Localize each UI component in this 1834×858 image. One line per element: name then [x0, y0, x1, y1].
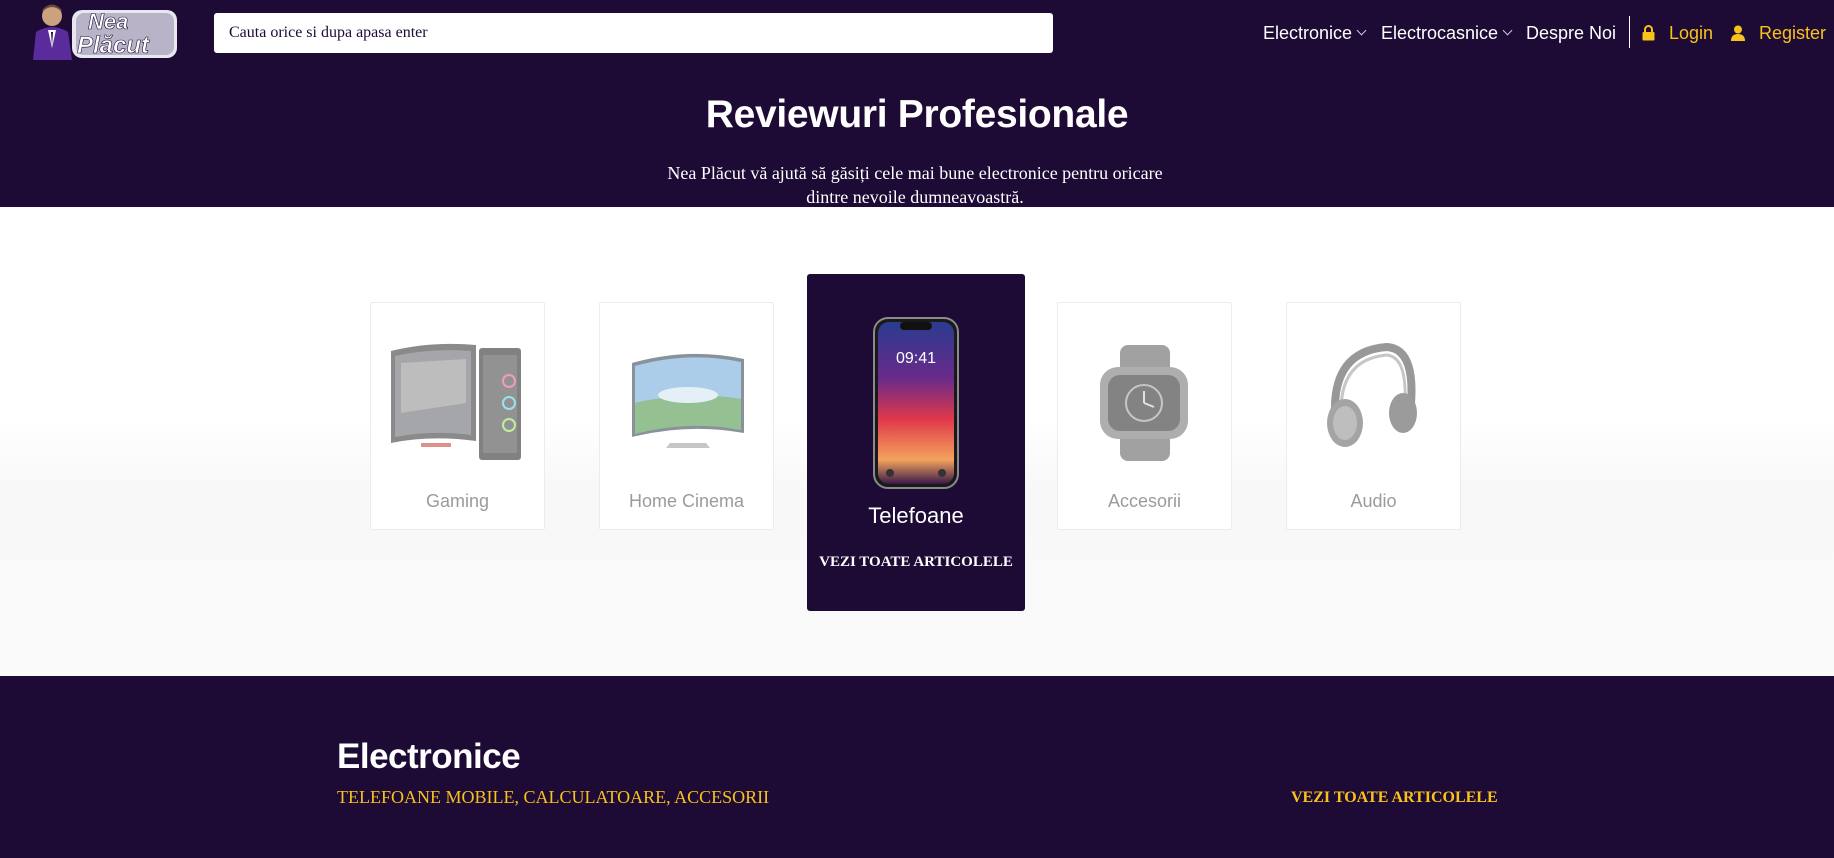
- nav-electronice-label: Electronice: [1263, 22, 1353, 43]
- category-carousel: Gaming Home Cinema 09:41 Telefoane VEZI …: [0, 207, 1834, 676]
- category-label: Telefoane: [868, 503, 964, 528]
- category-card-telefoane[interactable]: 09:41 Telefoane VEZI TOATE ARTICOLELE: [807, 274, 1025, 611]
- nav-divider: [1629, 16, 1630, 48]
- nav-electrocasnice[interactable]: Electrocasnice: [1381, 21, 1513, 45]
- hero-subtitle: Nea Plăcut vă ajută să găsiți cele mai b…: [667, 163, 1163, 207]
- category-label: Accesorii: [1107, 491, 1182, 511]
- register-label: Register: [1759, 22, 1827, 43]
- smartwatch-icon: [1100, 345, 1188, 461]
- login-link[interactable]: Login: [1642, 21, 1713, 45]
- tv-icon: [632, 353, 744, 448]
- category-card-audio[interactable]: Audio: [1286, 302, 1461, 530]
- search-input[interactable]: [214, 13, 1053, 53]
- nav-despre-noi[interactable]: Despre Noi: [1526, 21, 1616, 45]
- logo-mascot-icon: Nea Plăcut: [33, 4, 177, 60]
- section-title: Electronice: [337, 737, 521, 776]
- category-label: Audio: [1350, 491, 1397, 511]
- category-card-accesorii[interactable]: Accesorii: [1057, 302, 1232, 530]
- svg-text:09:41: 09:41: [896, 350, 936, 367]
- page-title: Reviewuri Profesionale: [705, 93, 1129, 136]
- chevron-down-icon: [1356, 25, 1367, 36]
- category-label: Home Cinema: [628, 491, 745, 511]
- section-subtitle: TELEFOANE MOBILE, CALCULATOARE, ACCESORI…: [337, 787, 770, 807]
- nav-electrocasnice-label: Electrocasnice: [1381, 22, 1499, 43]
- nav-despre-noi-label: Despre Noi: [1526, 22, 1617, 43]
- site-logo[interactable]: Nea Plăcut: [28, 0, 180, 62]
- register-link[interactable]: Register: [1731, 21, 1826, 45]
- chevron-down-icon: [1502, 25, 1513, 36]
- user-icon: [1731, 25, 1745, 41]
- smartphone-icon: 09:41: [873, 317, 959, 489]
- svg-text:Plăcut: Plăcut: [77, 32, 150, 59]
- section-view-all-link[interactable]: VEZI TOATE ARTICOLELE: [1291, 789, 1498, 807]
- headphones-icon: [1327, 342, 1417, 447]
- category-label: Gaming: [425, 491, 490, 511]
- category-card-gaming[interactable]: Gaming: [370, 302, 545, 530]
- gaming-pc-icon: [391, 343, 521, 460]
- site-header: Nea Plăcut Electronice Electrocasnice De…: [0, 0, 1834, 207]
- nav-electronice[interactable]: Electronice: [1263, 21, 1367, 45]
- view-all-articles-link[interactable]: VEZI TOATE ARTICOLELE: [807, 552, 1025, 572]
- login-label: Login: [1669, 22, 1714, 43]
- lock-icon: [1642, 25, 1655, 41]
- category-card-home-cinema[interactable]: Home Cinema: [599, 302, 774, 530]
- svg-text:Nea: Nea: [88, 9, 128, 34]
